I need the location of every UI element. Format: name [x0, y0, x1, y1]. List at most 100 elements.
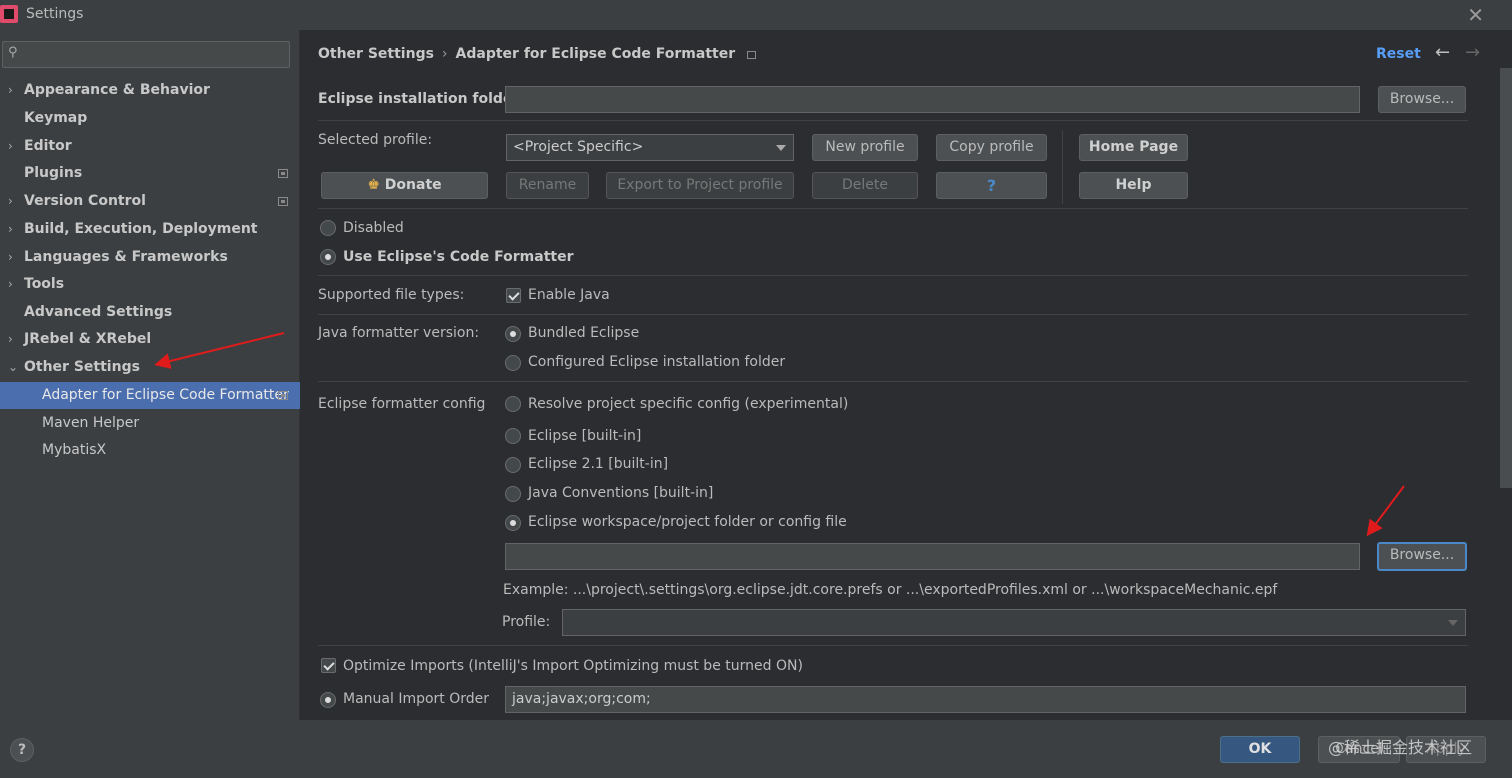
manual-order-radio[interactable] [320, 692, 336, 708]
divider [318, 208, 1468, 209]
export-profile-button: Export to Project profile [606, 172, 794, 199]
rename-button: Rename [506, 172, 589, 199]
divider [318, 275, 1468, 276]
workspace-config-radio[interactable] [505, 515, 521, 531]
profile-select[interactable]: <Project Specific> [506, 134, 794, 161]
project-level-icon [278, 169, 288, 178]
sidebar-item-tools[interactable]: › Tools [0, 271, 300, 298]
sidebar-item-label: Version Control [24, 193, 146, 209]
sidebar-item-eclipse-formatter[interactable]: Adapter for Eclipse Code Formatter [0, 382, 300, 409]
sidebar-item-label: Other Settings [24, 359, 140, 375]
profile-label: Profile: [502, 614, 551, 630]
eclipse-builtin-radio[interactable] [505, 428, 521, 444]
sidebar-item-label: Tools [24, 276, 65, 292]
browse-install-button[interactable]: Browse... [1378, 86, 1466, 113]
reset-link[interactable]: Reset [1376, 46, 1421, 62]
search-icon: ⚲ [8, 45, 18, 60]
dialog-footer: ? OK Cancel Apply @稀土掘金技术社区 [0, 720, 1512, 778]
window-title: Settings [26, 6, 84, 22]
sidebar-item-maven-helper[interactable]: Maven Helper [0, 410, 300, 437]
config-path-field[interactable] [505, 543, 1360, 570]
ok-button[interactable]: OK [1220, 736, 1300, 763]
breadcrumb-separator: › [441, 46, 448, 62]
sidebar-item-label: Advanced Settings [24, 304, 173, 320]
use-eclipse-radio[interactable] [320, 249, 336, 265]
breadcrumb-current: Adapter for Eclipse Code Formatter [455, 46, 736, 62]
browse-config-button[interactable]: Browse... [1377, 542, 1467, 571]
eclipse-21-label: Eclipse 2.1 [built-in] [528, 456, 669, 472]
sidebar-item-jrebel[interactable]: › JRebel & XRebel [0, 326, 300, 353]
settings-sidebar: ⚲ › Appearance & Behavior Keymap › Edito… [0, 30, 300, 720]
chevron-down-icon [1448, 620, 1458, 626]
new-profile-button[interactable]: New profile [812, 134, 918, 161]
sidebar-item-label: JRebel & XRebel [24, 331, 152, 347]
sidebar-item-editor[interactable]: › Editor [0, 133, 300, 160]
project-level-icon [747, 51, 757, 59]
copy-profile-button[interactable]: Copy profile [936, 134, 1047, 161]
configured-folder-radio[interactable] [505, 355, 521, 371]
title-bar: Settings ✕ [0, 0, 1512, 30]
donate-label: Donate [384, 177, 442, 193]
config-profile-select[interactable] [562, 609, 1466, 636]
manual-order-label: Manual Import Order [343, 691, 490, 707]
close-icon[interactable]: ✕ [1467, 3, 1484, 27]
install-folder-label: Eclipse installation folder [318, 91, 520, 107]
sidebar-item-label: MybatisX [42, 442, 107, 458]
donate-button[interactable]: ♚ Donate [321, 172, 488, 199]
settings-search[interactable]: ⚲ [2, 41, 290, 68]
sidebar-item-version-control[interactable]: › Version Control [0, 188, 300, 215]
help-icon[interactable]: ? [10, 738, 34, 762]
sidebar-item-label: Plugins [24, 165, 83, 181]
home-page-button[interactable]: Home Page [1079, 134, 1188, 161]
sidebar-item-languages[interactable]: › Languages & Frameworks [0, 244, 300, 271]
divider [1062, 130, 1063, 204]
sidebar-item-mybatisx[interactable]: MybatisX [0, 437, 300, 464]
sidebar-item-plugins[interactable]: Plugins [0, 160, 300, 187]
chevron-right-icon: › [8, 139, 13, 153]
configured-folder-label: Configured Eclipse installation folder [528, 354, 786, 370]
chevron-right-icon: › [8, 332, 13, 346]
main-scrollbar[interactable] [1500, 68, 1512, 488]
import-order-field[interactable]: java;javax;org;com; [505, 686, 1466, 713]
forward-arrow-icon: → [1465, 42, 1481, 63]
disabled-label: Disabled [343, 220, 404, 236]
breadcrumb-other-settings[interactable]: Other Settings [318, 46, 434, 62]
sidebar-item-other-settings[interactable]: ⌄ Other Settings [0, 354, 300, 381]
resolve-config-label: Resolve project specific config (experim… [528, 396, 849, 412]
bundled-eclipse-label: Bundled Eclipse [528, 325, 640, 341]
java-version-label: Java formatter version: [318, 325, 480, 341]
sidebar-item-label: Keymap [24, 110, 88, 126]
project-level-icon [278, 197, 288, 206]
back-arrow-icon[interactable]: ← [1435, 42, 1450, 63]
sidebar-item-label: Appearance & Behavior [24, 82, 210, 98]
divider [318, 120, 1468, 121]
enable-java-label: Enable Java [528, 287, 610, 303]
sidebar-item-build[interactable]: › Build, Execution, Deployment [0, 216, 300, 243]
enable-java-checkbox[interactable] [506, 288, 521, 303]
help-button[interactable]: Help [1079, 172, 1188, 199]
resolve-config-radio[interactable] [505, 396, 521, 412]
java-conventions-label: Java Conventions [built-in] [528, 485, 714, 501]
install-folder-field[interactable] [505, 86, 1360, 113]
help-question-button[interactable]: ? [936, 172, 1047, 199]
optimize-imports-checkbox[interactable] [321, 658, 336, 673]
sidebar-item-advanced[interactable]: Advanced Settings [0, 299, 300, 326]
divider [318, 645, 1468, 646]
eclipse-21-radio[interactable] [505, 457, 521, 473]
java-conventions-radio[interactable] [505, 486, 521, 502]
chevron-down-icon: ⌄ [8, 360, 19, 374]
sidebar-item-appearance[interactable]: › Appearance & Behavior [0, 77, 300, 104]
bundled-eclipse-radio[interactable] [505, 326, 521, 342]
eclipse-builtin-label: Eclipse [built-in] [528, 428, 642, 444]
disabled-radio[interactable] [320, 220, 336, 236]
delete-button: Delete [812, 172, 918, 199]
chevron-right-icon: › [8, 250, 13, 264]
chevron-right-icon: › [8, 277, 13, 291]
divider [318, 314, 1468, 315]
donate-icon: ♚ [367, 177, 380, 193]
use-eclipse-label: Use Eclipse's Code Formatter [343, 249, 574, 265]
chevron-right-icon: › [8, 83, 13, 97]
chevron-right-icon: › [8, 194, 13, 208]
search-input[interactable] [29, 44, 284, 65]
sidebar-item-keymap[interactable]: Keymap [0, 105, 300, 132]
